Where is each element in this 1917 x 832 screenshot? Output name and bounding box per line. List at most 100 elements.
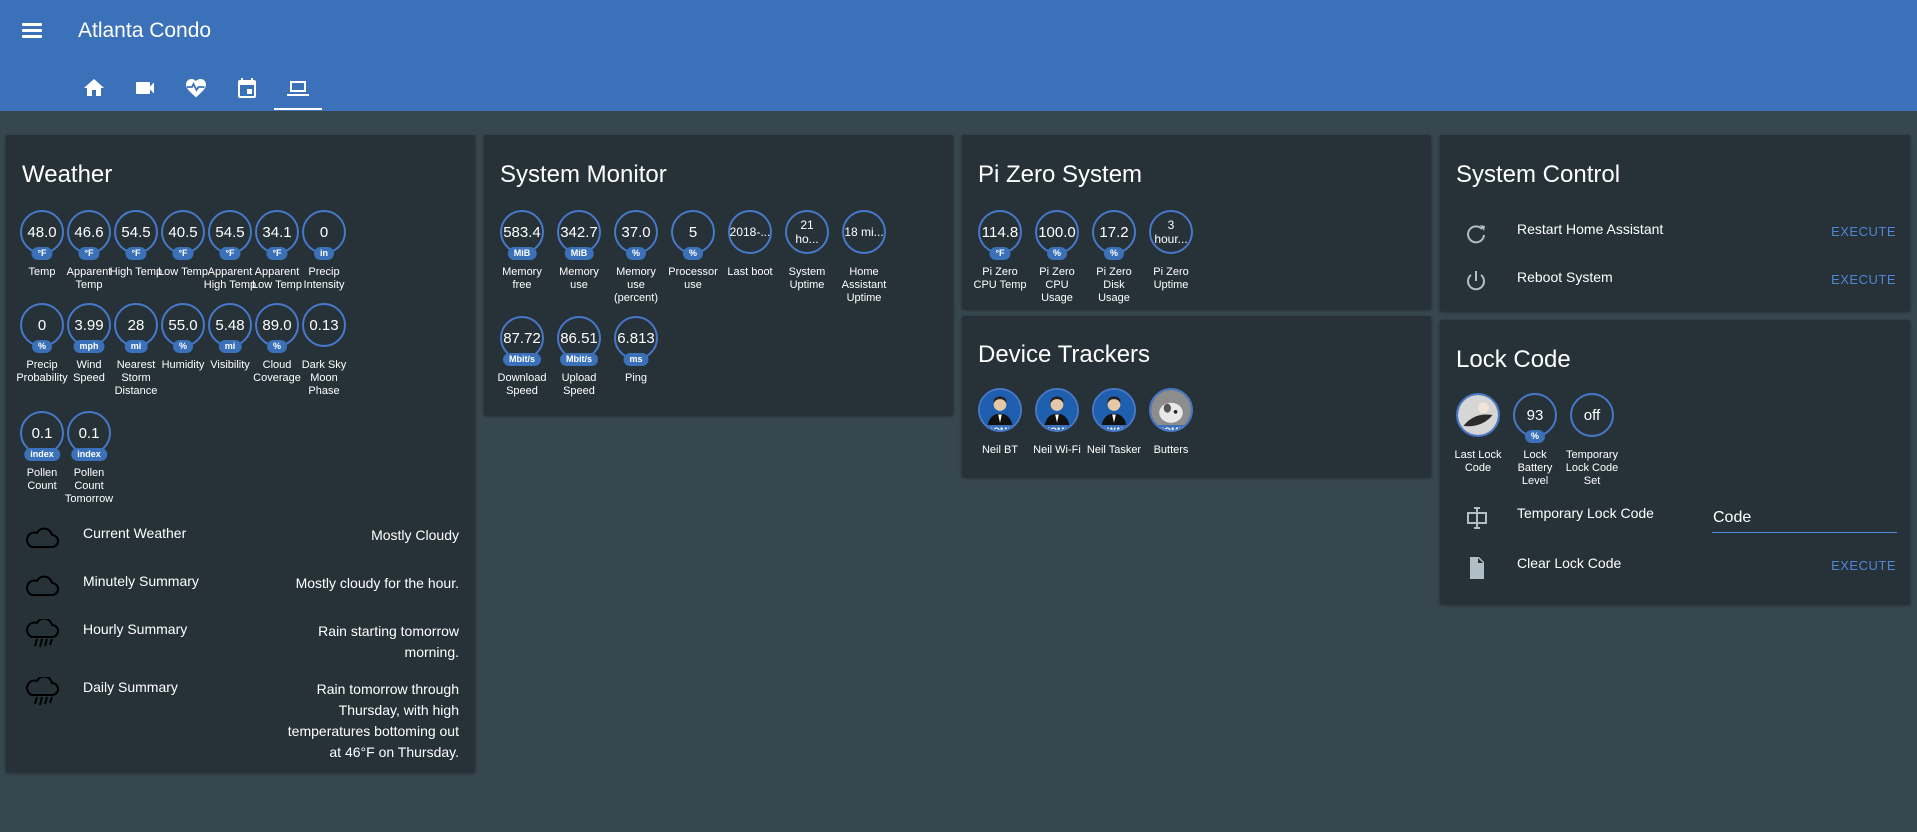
state-badge[interactable]: HOME Neil BT: [972, 388, 1028, 457]
badge-circle: 89.0%: [255, 303, 299, 353]
weather-summary-row[interactable]: Hourly Summary Rain starting tomorrow mor…: [6, 613, 475, 660]
restart-execute-button[interactable]: EXECUTE: [1831, 224, 1896, 239]
state-badge[interactable]: 5% Processor use: [665, 210, 721, 292]
badge-label: Memory use (percent): [613, 266, 659, 304]
state-badge[interactable]: 2018-... Last boot: [722, 210, 778, 279]
badge-label: Pi Zero Uptime: [1153, 266, 1189, 291]
badge-value: 114.8: [981, 223, 1019, 241]
state-badge[interactable]: 86.51 Mbit/s Upload Speed: [551, 316, 607, 398]
device-trackers-card: Device Trackers HOME Neil BT HOME Neil Wi-F…: [962, 316, 1431, 477]
badge-value: 0.1: [78, 424, 100, 442]
badge-unit: MiB: [507, 247, 537, 260]
badge-value: 6.813: [617, 329, 655, 347]
state-badge[interactable]: 21 ho... System Uptime: [779, 210, 835, 292]
badge-unit: in: [314, 247, 334, 260]
temporary-lock-code-input[interactable]: [1712, 504, 1897, 533]
state-badge[interactable]: 342.7 MiB Memory use: [551, 210, 607, 292]
weather-row-label: Current Weather: [83, 525, 187, 541]
badge-circle: 93%: [1513, 393, 1557, 443]
badge-label: Neil Wi-Fi: [1033, 444, 1081, 456]
reboot-system-row: Reboot System EXECUTE: [1440, 261, 1910, 301]
state-badge[interactable]: AWAY Neil Tasker: [1086, 388, 1142, 457]
view-tabs: [70, 68, 325, 110]
weather-summary-row[interactable]: Daily Summary Rain tomorrow through Thurs…: [6, 671, 475, 760]
state-badge[interactable]: 87.72 Mbit/s Download Speed: [494, 316, 550, 398]
badge-circle: off: [1570, 393, 1614, 437]
clear-lock-code-execute-button[interactable]: EXECUTE: [1831, 558, 1896, 573]
state-badge[interactable]: HOME Butters: [1143, 388, 1199, 457]
badge-circle: 17.2%: [1092, 210, 1136, 260]
reboot-system-label: Reboot System: [1517, 269, 1613, 285]
tab-cameras[interactable]: [121, 68, 169, 110]
heart-pulse-icon: [186, 79, 206, 98]
tab-home[interactable]: [70, 68, 118, 110]
badge-value: 0: [319, 223, 329, 241]
badge-circle: 0.1 index: [67, 411, 111, 461]
badge-value: 5.48: [215, 316, 245, 334]
state-badge[interactable]: HOME Neil Wi-Fi: [1029, 388, 1085, 457]
state-badge[interactable]: 0 in Precip Intensity: [296, 210, 352, 292]
badge-value: 87.72: [503, 329, 541, 347]
badge-label: Ping: [624, 372, 648, 384]
reboot-execute-button[interactable]: EXECUTE: [1831, 272, 1896, 287]
badge-circle: AWAY: [1092, 388, 1136, 432]
badge-circle: HOME: [1149, 388, 1193, 432]
cloud-icon: [26, 527, 59, 548]
badge-circle: 2018-...: [728, 210, 772, 254]
tab-calendar[interactable]: [223, 68, 271, 110]
badge-label: Download Speed: [497, 372, 547, 397]
badge-circle: 21 ho...: [785, 210, 829, 254]
badge-circle: 37.0%: [614, 210, 658, 260]
weather-summary-row[interactable]: Current Weather Mostly Cloudy: [6, 517, 475, 557]
badge-label: Precip Intensity: [303, 266, 345, 291]
badge-circle: [1456, 393, 1500, 437]
state-badge[interactable]: Last Lock Code: [1450, 393, 1506, 475]
state-badge[interactable]: 100.0% Pi Zero CPU Usage: [1029, 210, 1085, 305]
state-badge[interactable]: 0.13 Dark Sky Moon Phase: [296, 303, 352, 398]
tab-health[interactable]: [172, 68, 220, 110]
badge-value: 0.13: [309, 316, 339, 334]
badge-label: System Uptime: [788, 266, 826, 291]
badge-unit: %: [31, 340, 53, 353]
rain-icon: [26, 619, 59, 648]
state-badge[interactable]: 17.2% Pi Zero Disk Usage: [1086, 210, 1142, 305]
badge-label: Memory use: [559, 266, 599, 291]
badge-label: Neil BT: [981, 444, 1019, 456]
menu-icon[interactable]: [22, 20, 46, 42]
badge-value: 583.4: [503, 223, 541, 241]
state-badge[interactable]: 37.0% Memory use (percent): [608, 210, 664, 305]
badge-value: 0.1: [31, 424, 53, 442]
badge-circle: HOME: [1035, 388, 1079, 432]
badge-label: Pi Zero CPU Temp: [973, 266, 1027, 291]
state-badge[interactable]: off Temporary Lock Code Set: [1564, 393, 1620, 488]
state-badge[interactable]: 583.4 MiB Memory free: [494, 210, 550, 292]
clear-lock-code-row: Clear Lock Code EXECUTE: [1440, 547, 1910, 587]
tab-system[interactable]: [274, 68, 322, 110]
badge-unit: index: [71, 448, 107, 461]
badge-unit: °F: [266, 247, 288, 260]
state-badge[interactable]: 114.8 °F Pi Zero CPU Temp: [972, 210, 1028, 292]
badge-circle: 18 mi...: [842, 210, 886, 254]
badge-label: Neil Tasker: [1086, 444, 1142, 456]
badge-circle: 0 in: [302, 210, 346, 260]
weather-row-value: Rain tomorrow through Thursday, with hig…: [287, 681, 459, 760]
state-badge[interactable]: 6.813 ms Ping: [608, 316, 664, 385]
badge-value: 86.51: [560, 329, 598, 347]
badge-unit: mi: [218, 340, 242, 353]
badge-value: 18 mi...: [844, 225, 884, 239]
state-badge[interactable]: 93% Lock Battery Level: [1507, 393, 1563, 488]
badge-circle: 583.4 MiB: [500, 210, 544, 260]
badge-unit: %: [1046, 247, 1068, 260]
state-badge[interactable]: 3 hour... Pi Zero Uptime: [1143, 210, 1199, 292]
video-camera-icon: [136, 82, 154, 94]
badge-label: Processor use: [668, 266, 718, 291]
weather-summary-row[interactable]: Minutely Summary Mostly cloudy for the ho…: [6, 565, 475, 605]
state-badge[interactable]: 0.1 index Pollen Count Tomorrow: [61, 411, 117, 506]
pi-zero-card: Pi Zero System 114.8 °F Pi Zero CPU Temp 10…: [962, 135, 1431, 309]
badge-circle: 55.0%: [161, 303, 205, 353]
badge-label: Temporary Lock Code Set: [1565, 449, 1619, 487]
state-badge[interactable]: 18 mi... Home Assistant Uptime: [836, 210, 892, 305]
calendar-icon: [238, 78, 256, 98]
weather-row-value: Mostly cloudy for the hour.: [295, 575, 459, 591]
app-title: Atlanta Condo: [78, 19, 212, 42]
